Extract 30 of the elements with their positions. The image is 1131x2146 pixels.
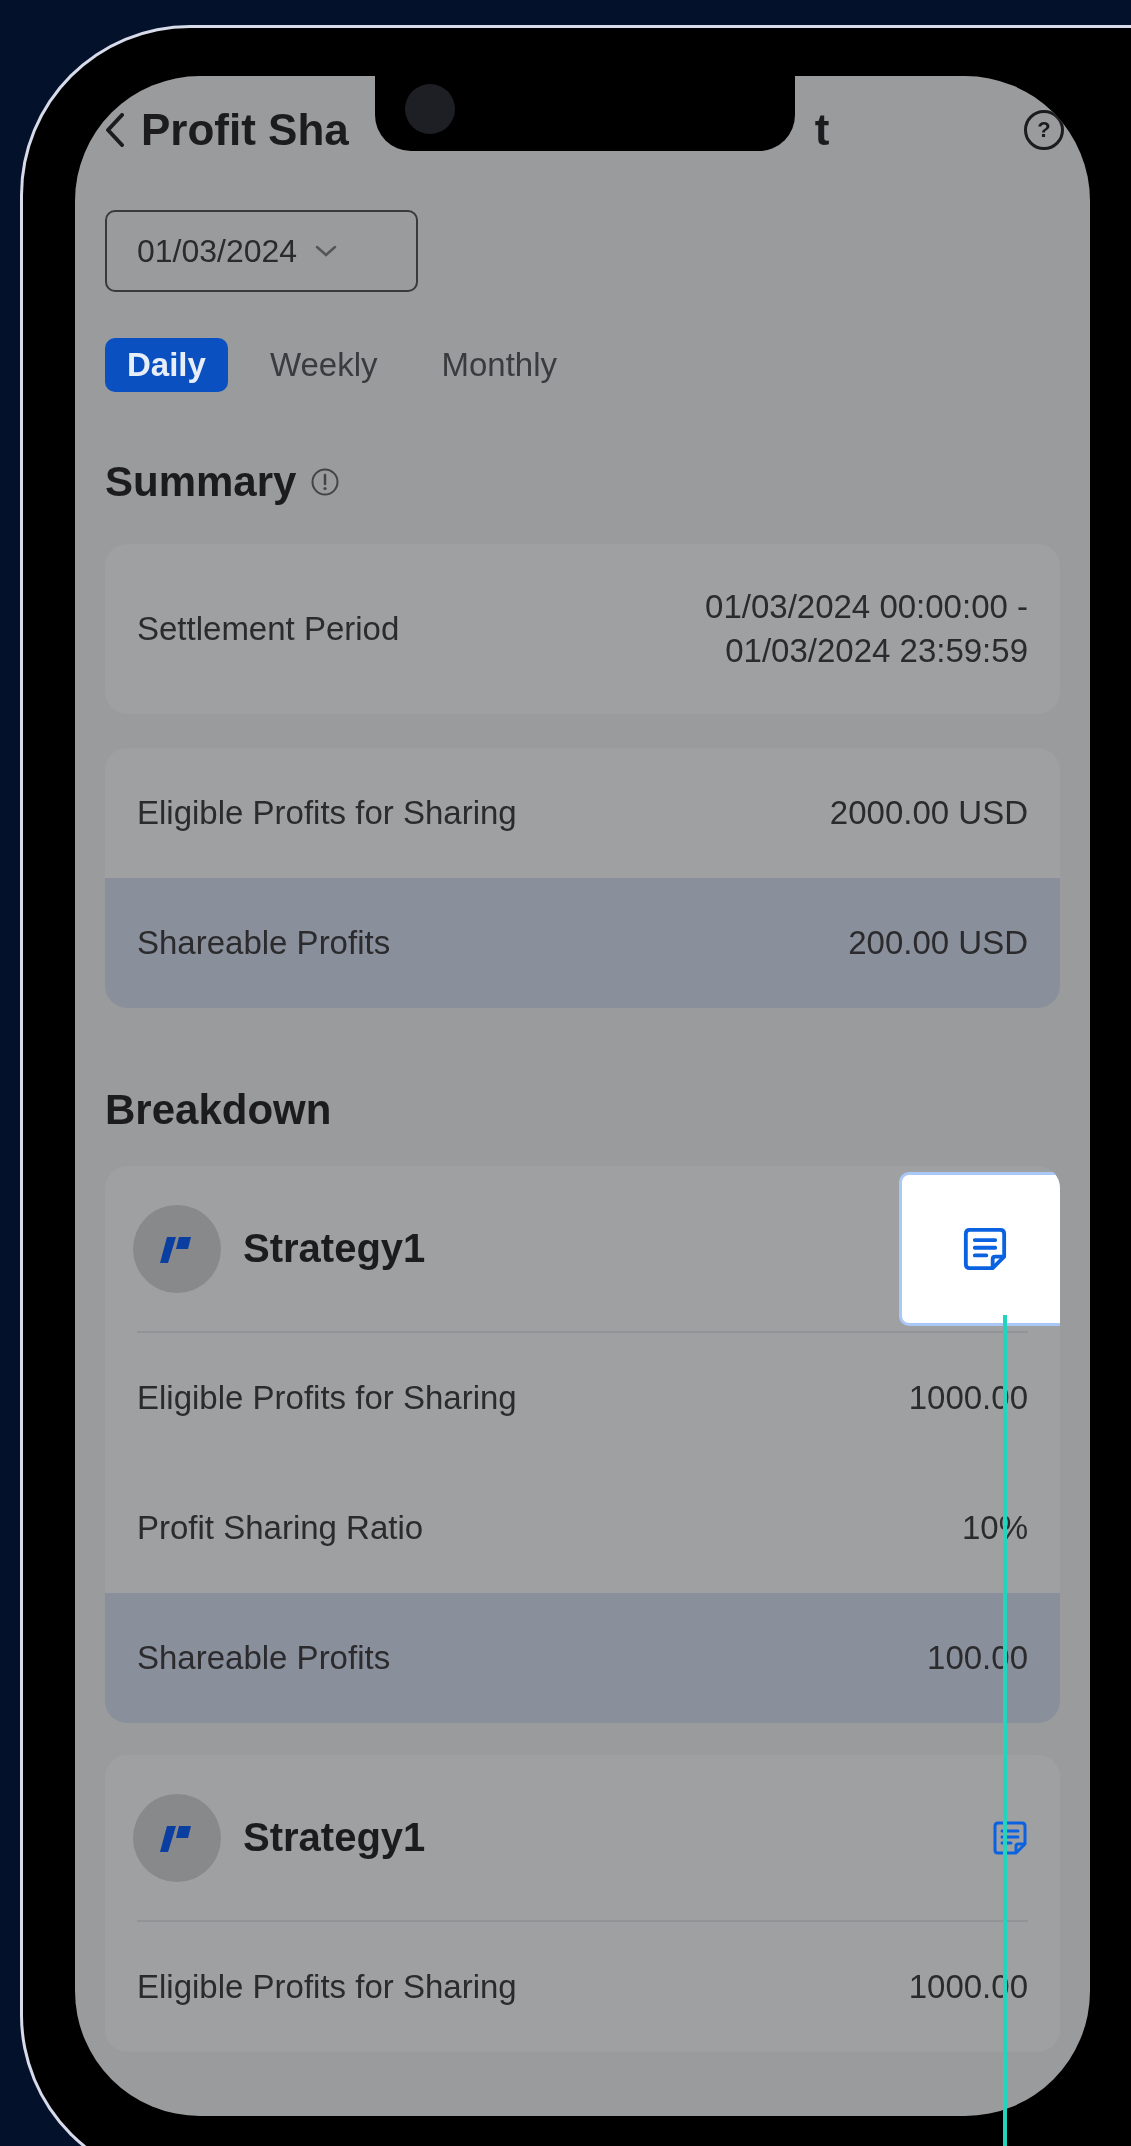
help-button[interactable]: ? [1024, 110, 1064, 150]
page-title: Profit Sha [141, 105, 349, 155]
page-title: t [814, 105, 830, 155]
row-value: 01/03/2024 00:00:00 - [705, 588, 1028, 626]
row-value: 2000.00 USD [829, 794, 1028, 832]
row-label: Eligible Profits for Sharing [137, 1379, 517, 1417]
period-tab[interactable]: Daily [105, 338, 228, 392]
back-icon[interactable] [105, 113, 125, 147]
period-tab[interactable]: Monthly [419, 338, 580, 392]
date-dropdown[interactable]: 01/03/2024 [105, 210, 418, 292]
row-value: 200.00 USD [848, 924, 1028, 962]
strategy-name: Strategy1 [243, 1226, 426, 1271]
chevron-down-icon [315, 245, 338, 257]
document-icon [961, 1225, 1008, 1272]
section-heading: Breakdown [105, 1086, 332, 1134]
row-label: Settlement Period [137, 610, 400, 648]
info-icon[interactable] [310, 467, 341, 497]
row-label: Shareable Profits [137, 1639, 391, 1677]
details-button[interactable] [899, 1171, 1060, 1326]
details-button[interactable] [992, 1819, 1028, 1856]
period-tab[interactable]: Weekly [247, 338, 400, 392]
row-label: Profit Sharing Ratio [137, 1509, 424, 1547]
document-icon [992, 1819, 1028, 1856]
camera-icon [405, 84, 455, 134]
strategy-name: Strategy1 [243, 1815, 426, 1860]
row-label: Eligible Profits for Sharing [137, 1968, 517, 2006]
section-heading: Summary [105, 458, 297, 506]
row-label: Eligible Profits for Sharing [137, 794, 517, 832]
row-label: Shareable Profits [137, 924, 391, 962]
row-value: 01/03/2024 23:59:59 [725, 632, 1028, 670]
